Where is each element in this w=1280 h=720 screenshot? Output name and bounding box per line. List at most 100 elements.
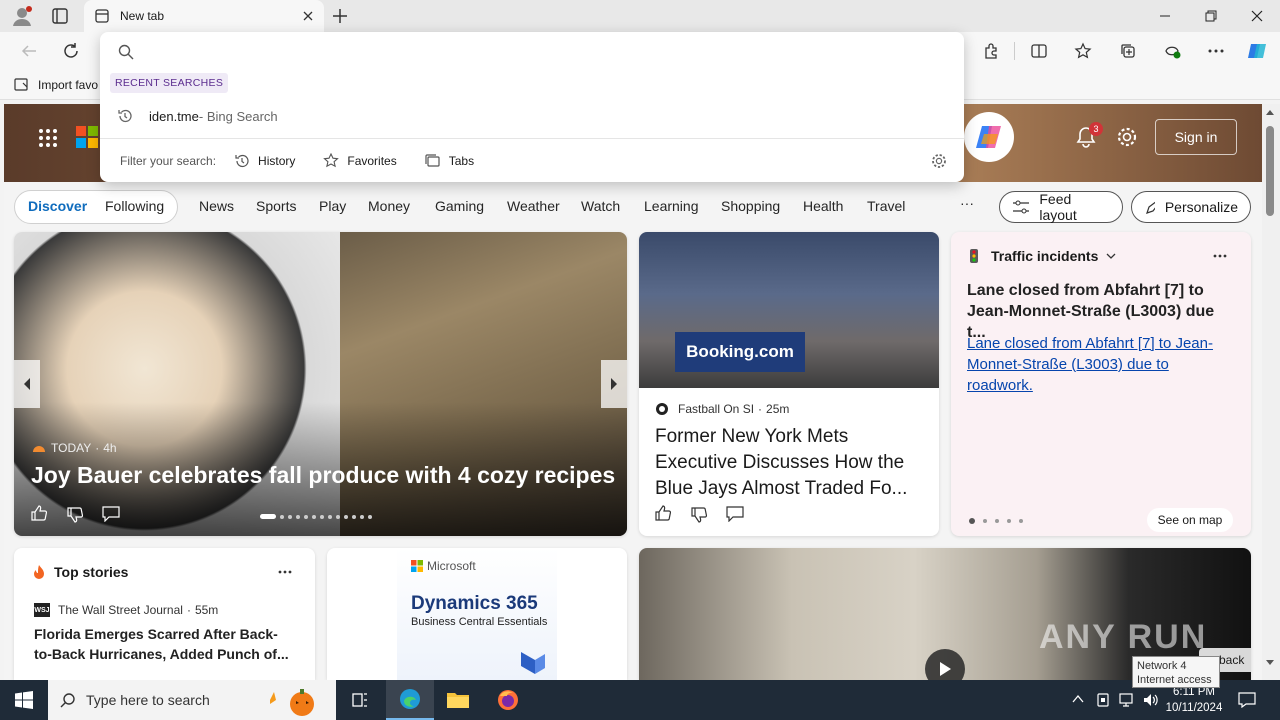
tab-actions-icon[interactable] — [50, 6, 70, 26]
firefox-taskbar-button[interactable] — [484, 680, 532, 720]
nav-sports[interactable]: Sports — [256, 198, 296, 214]
extensions-icon[interactable] — [978, 38, 1004, 64]
tab-new-tab[interactable]: New tab — [84, 0, 324, 32]
carousel-dot[interactable] — [304, 514, 308, 519]
tab-discover[interactable]: Discover — [28, 198, 87, 214]
comment-icon[interactable] — [102, 506, 120, 522]
folder-icon — [447, 693, 469, 708]
carousel-dot[interactable] — [360, 514, 364, 519]
nav-weather[interactable]: Weather — [507, 198, 560, 214]
refresh-button[interactable] — [58, 38, 84, 64]
tray-expand-icon[interactable] — [1072, 694, 1084, 704]
feed-layout-button[interactable]: Feed layout — [999, 191, 1123, 223]
page-dot[interactable] — [1019, 519, 1023, 523]
carousel-dot[interactable] — [296, 514, 300, 519]
close-tab-icon[interactable] — [302, 10, 314, 22]
carousel-dot[interactable] — [344, 514, 348, 519]
device-icon[interactable] — [1096, 692, 1110, 708]
thumbs-down-icon[interactable] — [66, 506, 84, 524]
minimize-button[interactable] — [1142, 0, 1188, 32]
nav-gaming[interactable]: Gaming — [435, 198, 484, 214]
new-tab-button[interactable] — [330, 6, 350, 26]
mets-headline[interactable]: Former New York Mets Executive Discusses… — [655, 424, 927, 502]
taskbar-search[interactable]: Type here to search — [48, 680, 336, 720]
carousel-dot[interactable] — [368, 514, 372, 519]
page-dot-active[interactable] — [969, 518, 975, 524]
carousel-dot[interactable] — [336, 514, 340, 519]
nav-watch[interactable]: Watch — [581, 198, 620, 214]
carousel-dot[interactable] — [352, 514, 356, 519]
task-view-button[interactable] — [336, 680, 384, 720]
search-settings-gear-icon[interactable] — [931, 153, 947, 169]
taskbar-clock[interactable]: 6:11 PM 10/11/2024 — [1162, 684, 1226, 716]
carousel-dot[interactable] — [328, 514, 332, 519]
nav-money[interactable]: Money — [368, 198, 410, 214]
restore-button[interactable] — [1188, 0, 1234, 32]
thumbs-up-icon[interactable] — [30, 504, 48, 522]
browser-essentials-icon[interactable] — [1159, 38, 1185, 64]
filter-tabs[interactable]: Tabs — [425, 153, 474, 169]
profile-avatar[interactable] — [10, 4, 34, 28]
collections-icon[interactable] — [1115, 38, 1141, 64]
filter-history[interactable]: History — [234, 153, 295, 169]
scroll-up-icon[interactable] — [1265, 108, 1275, 116]
settings-gear-icon[interactable] — [1116, 126, 1138, 148]
page-dot[interactable] — [1007, 519, 1011, 523]
import-favorites[interactable]: Import favo — [14, 77, 98, 93]
settings-more-icon[interactable] — [1203, 38, 1229, 64]
carousel-dot[interactable] — [320, 514, 324, 519]
carousel-dot[interactable] — [312, 514, 316, 519]
hero-headline[interactable]: Joy Bauer celebrates fall produce with 4… — [31, 462, 615, 489]
card-more-icon[interactable] — [1213, 254, 1227, 258]
recent-search-item[interactable]: iden.tme - Bing Search — [100, 104, 964, 128]
carousel-dot[interactable] — [280, 514, 284, 519]
carousel-dot[interactable] — [288, 514, 292, 519]
nav-more-button[interactable]: ··· — [960, 195, 974, 211]
search-input[interactable] — [146, 44, 938, 60]
explorer-taskbar-button[interactable] — [434, 680, 482, 720]
traffic-header[interactable]: Traffic incidents — [967, 248, 1116, 264]
split-screen-icon[interactable] — [1026, 38, 1052, 64]
nav-news[interactable]: News — [199, 198, 234, 214]
back-button[interactable] — [16, 38, 42, 64]
tab-following[interactable]: Following — [105, 198, 164, 214]
card-more-icon[interactable] — [278, 570, 292, 574]
page-dot[interactable] — [983, 519, 987, 523]
nav-learning[interactable]: Learning — [644, 198, 699, 214]
traffic-link[interactable]: Lane closed from Abfahrt [7] to Jean-Mon… — [967, 333, 1233, 396]
personalize-button[interactable]: Personalize — [1131, 191, 1251, 223]
mets-news-card[interactable]: Booking.com Fastball On SI · 25m Former … — [639, 232, 939, 536]
network-icon[interactable] — [1118, 692, 1134, 708]
favorites-icon[interactable] — [1070, 38, 1096, 64]
comment-icon[interactable] — [726, 506, 744, 522]
nav-shopping[interactable]: Shopping — [721, 198, 780, 214]
scroll-down-icon[interactable] — [1265, 659, 1275, 667]
top-stories-headline[interactable]: Florida Emerges Scarred After Back-to-Ba… — [34, 624, 294, 664]
volume-icon[interactable] — [1142, 692, 1160, 708]
copilot-button[interactable] — [964, 112, 1014, 162]
scrollbar-thumb[interactable] — [1266, 126, 1274, 216]
traffic-card[interactable]: Traffic incidents Lane closed from Abfah… — [951, 232, 1251, 536]
carousel-dot-active[interactable] — [260, 514, 276, 519]
page-dot[interactable] — [995, 519, 999, 523]
address-bar[interactable] — [118, 42, 938, 62]
edge-taskbar-button[interactable] — [386, 680, 434, 720]
copilot-icon[interactable] — [1244, 38, 1270, 64]
carousel-next-button[interactable] — [601, 360, 627, 408]
thumbs-down-icon[interactable] — [690, 506, 708, 524]
top-stories-card[interactable]: Top stories WSJ The Wall Street Journal … — [14, 548, 315, 680]
filter-favorites[interactable]: Favorites — [323, 152, 397, 169]
apps-launcher-icon[interactable] — [38, 128, 58, 148]
microsoft-ad-card[interactable]: Microsoft Dynamics 365 Business Central … — [327, 548, 627, 680]
see-on-map-button[interactable]: See on map — [1147, 508, 1233, 532]
close-window-button[interactable] — [1234, 0, 1280, 32]
nav-travel[interactable]: Travel — [867, 198, 905, 214]
start-button[interactable] — [0, 680, 48, 720]
thumbs-up-icon[interactable] — [654, 504, 672, 522]
signin-button[interactable]: Sign in — [1155, 119, 1237, 155]
carousel-prev-button[interactable] — [14, 360, 40, 408]
hero-carousel-card[interactable]: TODAY · 4h Joy Bauer celebrates fall pro… — [14, 232, 627, 536]
nav-play[interactable]: Play — [319, 198, 346, 214]
notification-center-icon[interactable] — [1238, 692, 1256, 708]
nav-health[interactable]: Health — [803, 198, 843, 214]
